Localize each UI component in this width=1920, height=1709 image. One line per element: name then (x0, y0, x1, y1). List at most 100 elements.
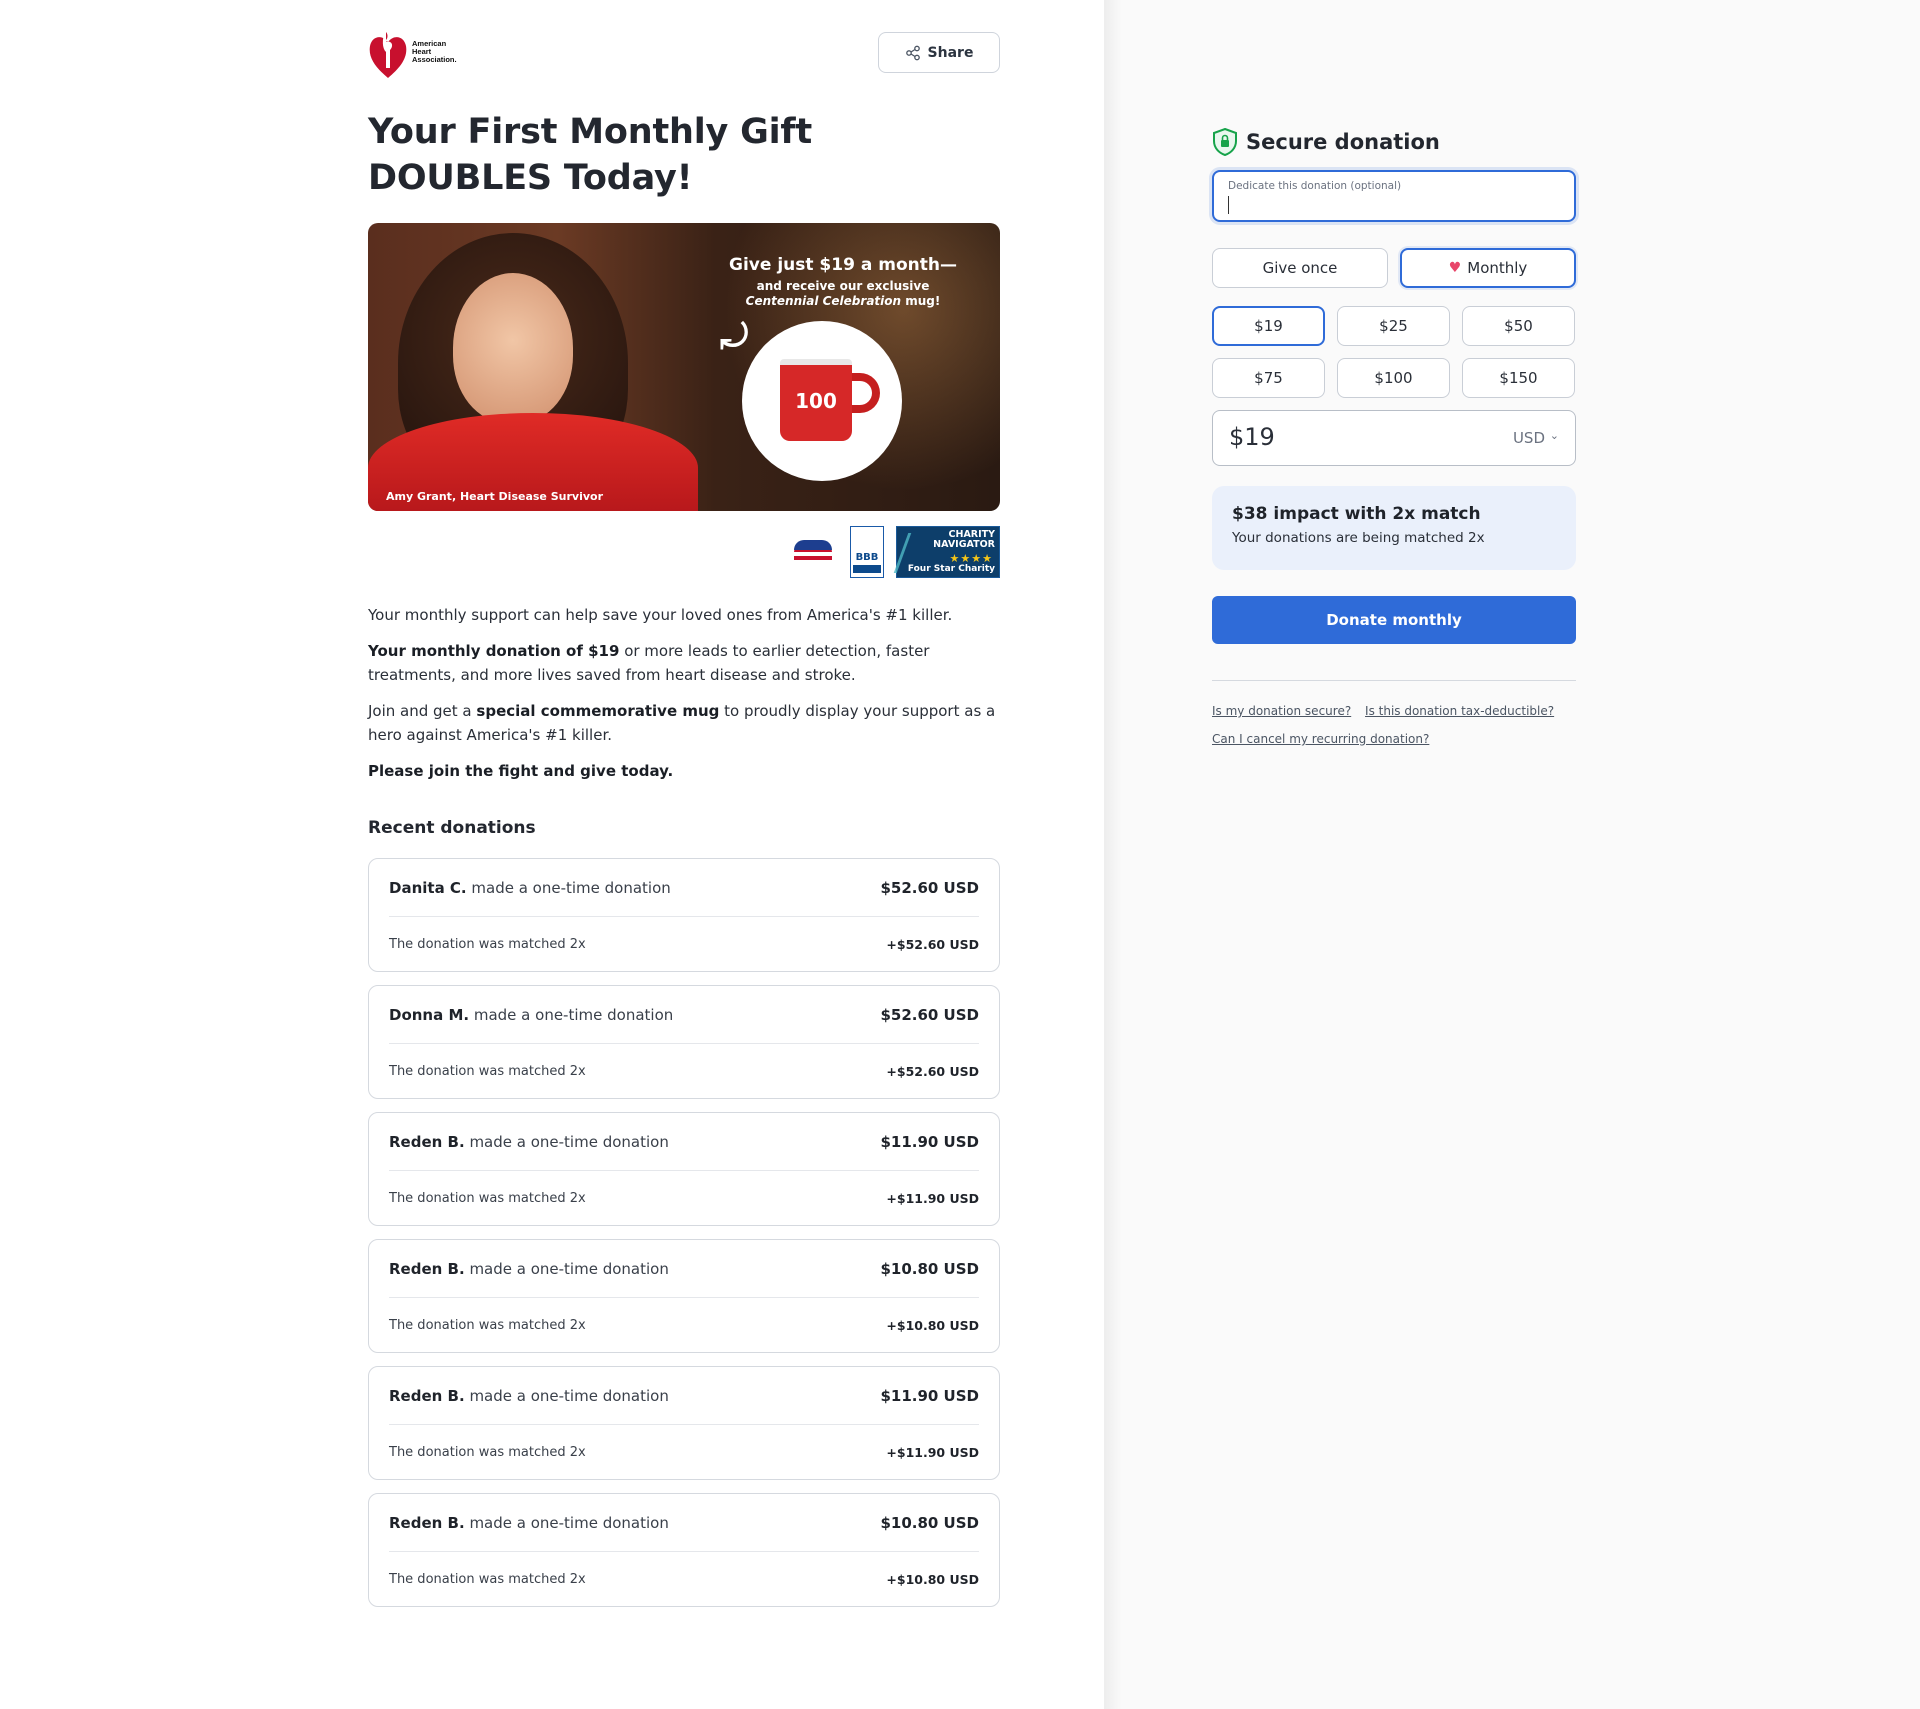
bbb-badge: BBB (850, 526, 884, 578)
match-amount: +$11.90 USD (886, 1190, 979, 1206)
aha-logo[interactable]: American Heart Association. (368, 24, 457, 80)
hero-promo-main: Give just $19 a month— (729, 255, 957, 275)
match-amount: +$11.90 USD (886, 1444, 979, 1460)
national-health-council-badge (788, 527, 838, 577)
amount-option-100[interactable]: $100 (1337, 358, 1450, 398)
match-text: The donation was matched 2x (389, 1444, 586, 1460)
donation-amount: $52.60 USD (880, 1005, 979, 1024)
donor-name: Reden B. (389, 1513, 465, 1532)
amount-option-50[interactable]: $50 (1462, 306, 1575, 346)
logo-line-3: Association. (412, 55, 457, 64)
recent-donations-list: Danita C. made a one-time donation $52.6… (368, 858, 1000, 1607)
campaign-description: Your monthly support can help save your … (368, 603, 1000, 783)
hero-promo-sub-line2: Centennial Celebration mug! (708, 294, 978, 309)
match-text: The donation was matched 2x (389, 936, 586, 952)
charity-navigator-badge: CHARITY NAVIGATOR ★★★★ Four Star Charity (893, 526, 1000, 578)
hero-promo-sub-line1: and receive our exclusive (756, 279, 930, 293)
paragraph-2: Your monthly donation of $19 or more lea… (368, 642, 930, 684)
match-text: The donation was matched 2x (389, 1063, 586, 1079)
list-item: Reden B. made a one-time donation $10.80… (368, 1239, 1000, 1353)
paragraph-3: Join and get a special commemorative mug… (368, 702, 996, 744)
match-amount: +$10.80 USD (886, 1317, 979, 1333)
hero-image: Give just $19 a month— and receive our e… (368, 223, 1000, 511)
secure-donation-header: Secure donation (1212, 120, 1576, 164)
faq-link-tax[interactable]: Is this donation tax-deductible? (1365, 704, 1554, 718)
amount-value: $19 (1229, 423, 1275, 451)
campaign-content: American Heart Association. Share Your F… (368, 24, 1000, 1620)
cn-line2: NAVIGATOR (933, 539, 995, 550)
donation-action: made a one-time donation (464, 1386, 669, 1405)
portrait-face (453, 273, 573, 423)
donation-action: made a one-time donation (464, 1513, 669, 1532)
list-item: Reden B. made a one-time donation $10.80… (368, 1493, 1000, 1607)
hero-promo-rest: mug! (901, 294, 941, 308)
donation-amount: $11.90 USD (880, 1386, 979, 1405)
match-amount: +$10.80 USD (886, 1571, 979, 1587)
donation-action: made a one-time donation (464, 1259, 669, 1278)
monthly-label: Monthly (1467, 259, 1528, 277)
donor-name: Reden B. (389, 1259, 465, 1278)
dedication-input[interactable]: Dedicate this donation (optional) (1212, 170, 1576, 222)
page-title: Your First Monthly Gift DOUBLES Today! (368, 112, 812, 198)
give-once-button[interactable]: Give once (1212, 248, 1388, 288)
donation-amount: $10.80 USD (880, 1259, 979, 1278)
bbb-text: BBB (855, 552, 879, 563)
paragraph-1: Your monthly support can help save your … (368, 606, 953, 624)
dedication-label: Dedicate this donation (optional) (1228, 180, 1402, 192)
donation-action: made a one-time donation (466, 878, 671, 897)
donor-name: Reden B. (389, 1132, 465, 1151)
hero-caption: Amy Grant, Heart Disease Survivor (386, 490, 603, 503)
donate-monthly-button[interactable]: Donate monthly (1212, 596, 1576, 644)
heart-icon: ♥ (1448, 260, 1462, 276)
amount-option-150[interactable]: $150 (1462, 358, 1575, 398)
donation-action: made a one-time donation (469, 1005, 674, 1024)
match-text: The donation was matched 2x (389, 1317, 586, 1333)
faq-link-cancel[interactable]: Can I cancel my recurring donation? (1212, 732, 1429, 746)
amount-option-25[interactable]: $25 (1337, 306, 1450, 346)
secure-donation-title: Secure donation (1246, 130, 1440, 154)
list-item: Danita C. made a one-time donation $52.6… (368, 858, 1000, 972)
amount-option-75[interactable]: $75 (1212, 358, 1325, 398)
logo-text: American Heart Association. (412, 40, 457, 64)
match-text: The donation was matched 2x (389, 1190, 586, 1206)
heart-torch-icon (369, 30, 407, 78)
impact-subtitle: Your donations are being matched 2x (1232, 530, 1485, 546)
donor-name: Danita C. (389, 878, 467, 897)
custom-amount-input[interactable]: $19 USD ⌄ (1212, 410, 1576, 466)
cn-subtitle: Four Star Charity (907, 564, 995, 574)
match-text: The donation was matched 2x (389, 1571, 586, 1587)
donation-form: Secure donation Dedicate this donation (… (1212, 120, 1576, 753)
faq-links: Is my donation secure? Is this donation … (1212, 697, 1576, 753)
mug-text: 100 (795, 389, 837, 413)
impact-title: $38 impact with 2x match (1232, 504, 1481, 524)
top-bar: American Heart Association. Share (368, 24, 1000, 84)
donation-amount: $11.90 USD (880, 1132, 979, 1151)
give-once-label: Give once (1262, 259, 1338, 277)
share-button[interactable]: Share (878, 32, 1000, 73)
donation-action: made a one-time donation (464, 1132, 669, 1151)
list-item: Reden B. made a one-time donation $11.90… (368, 1366, 1000, 1480)
match-amount: +$52.60 USD (886, 1063, 979, 1079)
hero-promo-sub: and receive our exclusive Centennial Cel… (708, 279, 978, 309)
match-amount: +$52.60 USD (886, 936, 979, 952)
hero-promo-italic: Centennial Celebration (745, 294, 902, 308)
left-column: American Heart Association. Share Your F… (0, 0, 1104, 1709)
list-item: Reden B. made a one-time donation $11.90… (368, 1112, 1000, 1226)
monthly-button[interactable]: ♥ Monthly (1400, 248, 1576, 288)
donation-amount: $10.80 USD (880, 1513, 979, 1532)
match-impact-box: $38 impact with 2x match Your donations … (1212, 486, 1576, 570)
currency-select[interactable]: USD (1513, 429, 1545, 447)
paragraph-4: Please join the fight and give today. (368, 762, 674, 780)
trust-badges: BBB CHARITY NAVIGATOR ★★★★ Four Star Cha… (368, 525, 1000, 579)
text-cursor (1228, 196, 1229, 214)
faq-link-secure[interactable]: Is my donation secure? (1212, 704, 1351, 718)
curved-arrow-icon: ⤾ (720, 317, 749, 357)
donor-name: Reden B. (389, 1386, 465, 1405)
shield-lock-icon (1213, 128, 1237, 156)
list-item: Donna M. made a one-time donation $52.60… (368, 985, 1000, 1099)
donor-name: Donna M. (389, 1005, 470, 1024)
donation-amount: $52.60 USD (880, 878, 979, 897)
share-icon (905, 45, 920, 60)
amount-option-19[interactable]: $19 (1212, 306, 1325, 346)
chevron-down-icon[interactable]: ⌄ (1550, 429, 1559, 442)
